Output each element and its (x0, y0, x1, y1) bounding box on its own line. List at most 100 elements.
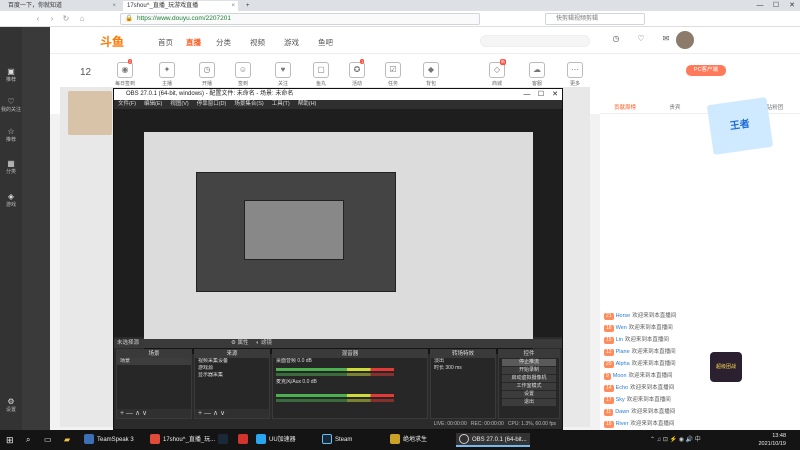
volume-slider[interactable] (276, 399, 394, 402)
menu-help[interactable]: 帮助(H) (298, 100, 317, 109)
minimize-button[interactable]: — (520, 89, 534, 100)
category-item[interactable]: ◇ 商城新 (480, 59, 514, 87)
nav-home[interactable]: 首页 (158, 37, 173, 48)
properties-button[interactable]: ⚙ 属性 (231, 339, 248, 348)
duration-field[interactable]: 时长 300 ms (431, 365, 495, 372)
start-recording-button[interactable]: 开始录制 (502, 367, 556, 374)
category-item[interactable]: ⋯ 更多 (558, 62, 592, 87)
browser-tab-douyu[interactable]: 17shou^_直播_玩游戏直播 × (123, 1, 238, 11)
category-item[interactable]: ▢ 鱼丸 (304, 62, 338, 87)
menu-view[interactable]: 视图(V) (170, 100, 188, 109)
close-icon[interactable]: × (231, 2, 235, 10)
message-icon[interactable]: ✉ (655, 34, 677, 43)
taskbar-netease-icon[interactable] (238, 433, 251, 447)
category-item[interactable]: ◆ 背包 (414, 62, 448, 87)
menu-docks[interactable]: 停靠窗口(D) (197, 100, 227, 109)
category-item[interactable]: ☁ 客服 (520, 62, 554, 87)
sidebar-item-game[interactable]: ◈ 游戏 (0, 192, 22, 208)
search-icon[interactable]: ⌕ (26, 433, 30, 447)
close-icon[interactable]: × (112, 2, 116, 10)
source-item[interactable]: 显示器采集 (195, 372, 269, 379)
chat-user[interactable]: Moon (613, 373, 627, 379)
chat-user[interactable]: Dawn (615, 409, 629, 415)
taskbar-teamspeak[interactable]: TeamSpeak 3 (84, 433, 134, 447)
category-item[interactable]: ✦ 主播 (150, 62, 184, 87)
nav-video[interactable]: 视频 (250, 37, 265, 48)
source-item[interactable]: 游戏源 (195, 365, 269, 372)
nav-category[interactable]: 分类 (216, 37, 231, 48)
chat-user[interactable]: Lin (616, 337, 623, 343)
nav-game[interactable]: 游戏 (284, 37, 299, 48)
category-item[interactable]: ♥ 关注 (266, 62, 300, 87)
category-item[interactable]: ☑ 任务 (376, 62, 410, 87)
file-explorer-icon[interactable]: ▰ (64, 433, 70, 447)
sidebar-item-settings[interactable]: ⚙ 设置 (0, 397, 22, 413)
taskbar-uu[interactable]: UU加速器 (256, 433, 296, 447)
system-tray[interactable]: ⌃ ♫ ⊡ ⚡ ◉ 🔊 中 (650, 433, 701, 447)
maximize-button[interactable]: ☐ (768, 0, 784, 11)
nav-live[interactable]: 直播 (186, 37, 201, 48)
chat-user[interactable]: Alpha (616, 361, 630, 367)
browser-search-input[interactable]: 快剪辑视频剪辑 (545, 13, 645, 25)
chat-user[interactable]: Wen (616, 325, 627, 331)
follow-icon[interactable]: ♡ (630, 34, 652, 43)
taskbar-clock[interactable]: 13:48 2021/10/19 (758, 432, 786, 448)
reload-icon[interactable]: ↻ (60, 13, 72, 25)
site-search-input[interactable] (480, 35, 590, 47)
scene-controls[interactable]: + — ∧ ∨ (117, 409, 191, 418)
task-view-icon[interactable]: ▭ (44, 433, 52, 447)
close-button[interactable]: ✕ (548, 89, 562, 100)
source-item[interactable]: 视频采集设备 (195, 358, 269, 365)
minimize-button[interactable]: — (752, 0, 768, 11)
site-logo[interactable]: 斗鱼 (100, 33, 124, 50)
chat-user[interactable]: River (616, 421, 629, 427)
category-item[interactable]: ✪ 活动 1 (340, 59, 374, 87)
new-tab-button[interactable]: + (242, 1, 256, 11)
event-poster[interactable]: 王者 (706, 97, 774, 155)
tab-vip[interactable]: 贵宾 (650, 102, 700, 113)
pc-client-button[interactable]: PC客户端 (686, 65, 726, 76)
chat-user[interactable]: Sky (616, 397, 625, 403)
menu-scene-collection[interactable]: 场景集合(S) (234, 100, 263, 109)
taskbar-steam[interactable]: Steam (322, 433, 352, 447)
taskbar-obs[interactable]: OBS 27.0.1 (64-bit... (456, 433, 530, 447)
windows-start-icon[interactable]: ⊞ (6, 433, 14, 447)
back-arrow-icon[interactable]: ‹ (32, 13, 44, 25)
sidebar-item-follow[interactable]: ♡ 我的关注 (0, 97, 22, 113)
category-item[interactable]: ☺ 签到 (226, 62, 260, 87)
scene-item[interactable]: 场景 (117, 358, 191, 365)
stop-streaming-button[interactable]: 停止推流 (502, 359, 556, 366)
menu-tools[interactable]: 工具(T) (272, 100, 290, 109)
source-controls[interactable]: + — ∧ ∨ (195, 409, 269, 418)
category-item[interactable]: ◉ 每日签到 2 (108, 59, 142, 87)
history-icon[interactable]: ◷ (605, 34, 627, 43)
taskbar-browser[interactable]: 17shou^_直播_玩... (150, 433, 215, 447)
close-button[interactable]: ✕ (784, 0, 800, 11)
chat-user[interactable]: Horse (616, 313, 631, 319)
category-item[interactable]: ◷ 开播 (190, 62, 224, 87)
nav-yuba[interactable]: 鱼吧 (318, 37, 333, 48)
browser-tab-baidu[interactable]: 百度一下，你就知道 × (4, 1, 119, 11)
transition-select[interactable]: 淡出 (431, 358, 495, 365)
home-icon[interactable]: ⌂ (76, 13, 88, 25)
virtual-camera-button[interactable]: 启动虚拟摄像机 (502, 375, 556, 382)
tab-weekly-rank[interactable]: 贡献周榜 (600, 102, 650, 113)
exit-button[interactable]: 退出 (502, 399, 556, 406)
filters-button[interactable]: ◐ 滤镜 (256, 339, 272, 348)
volume-slider[interactable] (276, 373, 394, 376)
sidebar-item-recommend[interactable]: ▣ 推荐 (0, 67, 22, 83)
menu-file[interactable]: 文件(F) (118, 100, 136, 109)
chat-user[interactable]: Plane (616, 349, 630, 355)
avatar[interactable] (676, 31, 694, 49)
sidebar-item-recommend-2[interactable]: ☆ 推荐 (0, 127, 22, 143)
forward-arrow-icon[interactable]: › (46, 13, 58, 25)
taskbar-pubg[interactable]: 绝地求生 (390, 433, 427, 447)
gift-banner[interactable]: 超级团战 (710, 352, 742, 382)
obs-preview[interactable] (114, 109, 562, 354)
maximize-button[interactable]: ☐ (534, 89, 548, 100)
studio-mode-button[interactable]: 工作室模式 (502, 383, 556, 390)
taskbar-steam-icon[interactable] (218, 433, 231, 447)
settings-button[interactable]: 设置 (502, 391, 556, 398)
sidebar-item-category[interactable]: ▦ 分类 (0, 159, 22, 175)
address-bar[interactable]: 🔒 https://www.douyu.com/2207201 (120, 13, 480, 25)
